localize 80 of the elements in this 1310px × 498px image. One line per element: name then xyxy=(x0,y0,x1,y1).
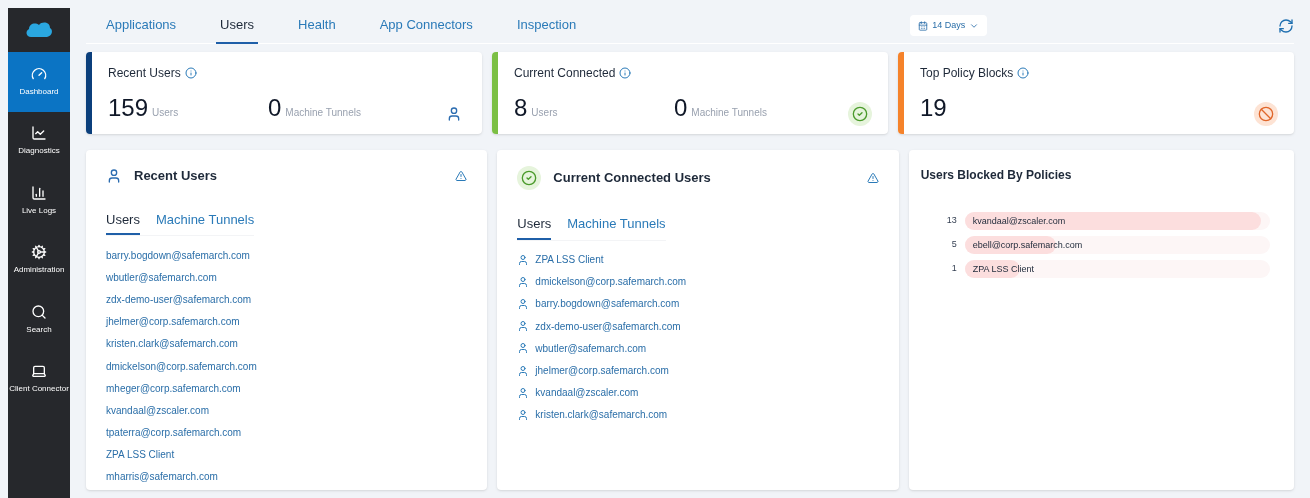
search-icon xyxy=(31,303,47,320)
user-link[interactable]: dmickelson@corp.safemarch.com xyxy=(106,358,257,374)
user-link[interactable]: kvandaal@zscaler.com xyxy=(535,385,639,401)
warning-icon[interactable] xyxy=(455,169,468,182)
user-icon xyxy=(517,364,530,377)
warning-icon[interactable] xyxy=(866,172,879,184)
panel-title: Users Blocked By Policies xyxy=(920,167,1073,184)
stat-unit: Users xyxy=(152,106,179,120)
user-link[interactable]: dmickelson@corp.safemarch.com xyxy=(535,274,687,290)
user-link[interactable]: jhelmer@corp.safemarch.com xyxy=(535,363,669,379)
stat-unit: Users xyxy=(531,106,558,120)
stat-value: 8 xyxy=(514,93,528,123)
blocked-user: kvandaal@zscaler.com xyxy=(971,215,1067,228)
user-icon xyxy=(517,275,530,288)
stat-title: Recent Users xyxy=(108,65,181,82)
panel-title: Current Connected Users xyxy=(553,169,711,188)
tab[interactable]: Users xyxy=(106,209,140,235)
user-link[interactable]: ZPA LSS Client xyxy=(106,447,175,463)
user-link[interactable]: ZPA LSS Client xyxy=(535,252,604,268)
nav-item[interactable]: Search xyxy=(8,290,70,350)
user-link[interactable]: kristen.clark@safemarch.com xyxy=(106,336,238,352)
tab[interactable]: App Connectors xyxy=(375,7,477,44)
user-link[interactable]: wbutler@safemarch.com xyxy=(535,340,647,356)
laptop-icon xyxy=(31,363,47,380)
stat-value: 159 xyxy=(108,93,149,123)
refresh-icon[interactable] xyxy=(1278,17,1294,34)
info-icon[interactable] xyxy=(184,67,197,79)
tab[interactable]: Health xyxy=(294,7,340,44)
stat-unit: Machine Tunnels xyxy=(285,106,361,120)
stat-title: Top Policy Blocks xyxy=(920,65,1014,82)
user-icon xyxy=(517,253,530,266)
user-link[interactable]: kristen.clark@safemarch.com xyxy=(535,407,668,423)
nav-item[interactable]: Administration xyxy=(8,230,70,290)
blocked-icon xyxy=(1254,102,1278,126)
tab[interactable]: Applications xyxy=(102,7,181,44)
block-count: 13 xyxy=(945,214,958,228)
user-link[interactable]: mheger@corp.safemarch.com xyxy=(106,380,241,396)
stat-value: 19 xyxy=(920,93,947,123)
tab[interactable]: Users xyxy=(216,7,259,44)
user-link[interactable]: tpaterra@corp.safemarch.com xyxy=(106,425,242,441)
stat-value: 0 xyxy=(674,93,688,123)
user-icon xyxy=(517,386,530,399)
user-icon xyxy=(517,408,530,421)
nav-item[interactable]: Dashboard xyxy=(8,52,70,112)
user-icon xyxy=(517,297,530,310)
user-link[interactable]: kvandaal@zscaler.com xyxy=(106,402,209,418)
info-icon[interactable] xyxy=(619,67,632,79)
user-link[interactable]: barry.bogdown@safemarch.com xyxy=(106,247,250,263)
user-icon xyxy=(106,167,122,184)
user-link[interactable]: mharris@safemarch.com xyxy=(106,469,218,485)
nav-item[interactable]: Client Connector xyxy=(8,349,70,409)
blocked-user: ebell@corp.safemarch.com xyxy=(971,239,1084,252)
user-icon xyxy=(517,342,530,355)
gauge-icon xyxy=(31,65,47,82)
user-link[interactable]: barry.bogdown@safemarch.com xyxy=(535,296,680,312)
tab[interactable]: Machine Tunnels xyxy=(567,214,666,240)
block-count: 5 xyxy=(950,238,958,252)
tab[interactable]: Machine Tunnels xyxy=(155,209,255,235)
tab[interactable]: Inspection xyxy=(512,7,581,44)
stat-unit: Machine Tunnels xyxy=(691,106,767,120)
tab[interactable]: Users xyxy=(517,214,552,240)
stat-value: 0 xyxy=(268,93,282,123)
gears-icon xyxy=(31,244,47,261)
stat-title: Current Connected xyxy=(514,65,616,82)
chart-icon xyxy=(31,125,47,142)
user-link[interactable]: jhelmer@corp.safemarch.com xyxy=(106,314,240,330)
user-link[interactable]: zdx-demo-user@safemarch.com xyxy=(535,318,681,334)
blocked-user: ZPA LSS Client xyxy=(971,263,1036,276)
user-link[interactable]: zdx-demo-user@safemarch.com xyxy=(106,291,252,307)
calendar-icon xyxy=(918,20,929,31)
user-link[interactable]: wbutler@safemarch.com xyxy=(106,269,217,285)
nav-item[interactable]: Diagnostics xyxy=(8,111,70,171)
panel-title: Recent Users xyxy=(134,167,218,185)
user-icon xyxy=(517,320,530,333)
nav-item[interactable]: Live Logs xyxy=(8,171,70,231)
info-icon[interactable] xyxy=(1017,67,1030,79)
logo-icon xyxy=(25,21,53,39)
block-count: 1 xyxy=(950,262,958,276)
date-range-dropdown[interactable]: 14 Days xyxy=(910,14,988,37)
bars-icon xyxy=(31,184,47,201)
